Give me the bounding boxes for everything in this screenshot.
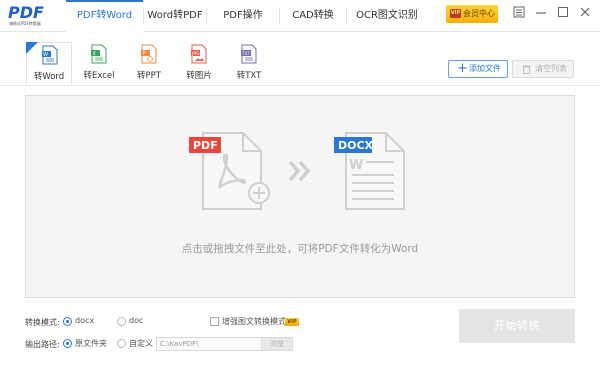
svg-text:TXT: TXT [241, 51, 251, 57]
enhance-mode-label[interactable]: 增强图文转换模式 [222, 316, 286, 327]
new-corner-tag [26, 42, 38, 54]
type-tab-label: 转Word [33, 72, 65, 82]
clear-list-label: 清空列表 [535, 64, 567, 73]
maximize-icon[interactable] [556, 5, 570, 19]
svg-text:DOCX: DOCX [338, 139, 374, 152]
tab-word-to-pdf[interactable]: Word转PDF [144, 0, 206, 32]
svg-text:W: W [43, 52, 48, 58]
tab-cad-convert[interactable]: CAD转换 [280, 0, 346, 32]
svg-text:P: P [143, 51, 146, 57]
type-tab-ppt[interactable]: P 转PPT [126, 42, 172, 84]
type-tab-label: 转PPT [137, 71, 161, 81]
svg-text:X: X [93, 51, 97, 57]
svg-text:JPG: JPG [191, 51, 200, 57]
word-doc-icon: W [42, 45, 58, 65]
plus-icon: + [457, 61, 468, 76]
output-original-radio[interactable] [63, 339, 72, 348]
type-tab-word[interactable]: W 转Word [26, 42, 72, 84]
drop-zone-hint: 点击或拖拽文件至此处，可将PDF文件转化为Word [181, 243, 419, 255]
type-tab-label: 转Excel [83, 71, 115, 81]
output-custom-radio[interactable] [117, 339, 126, 348]
txt-doc-icon: TXT [241, 44, 257, 64]
tab-pdf-to-word[interactable]: PDF转Word [66, 0, 143, 32]
vip-center-button[interactable]: VIP 会员中心 [446, 5, 498, 23]
tab-ocr[interactable]: OCR图文识别 [347, 0, 427, 32]
tab-pdf-operations[interactable]: PDF操作 [207, 0, 279, 32]
vip-center-label: 会员中心 [463, 9, 495, 18]
output-path-label: 输出路径: [25, 340, 60, 349]
docx-file-icon: DOCX W [334, 132, 405, 210]
logo-subtitle: 嗨格式PDF转换器 [9, 21, 41, 26]
menu-icon[interactable] [512, 5, 526, 19]
close-icon[interactable] [578, 5, 592, 19]
minimize-icon[interactable] [534, 5, 548, 19]
enhance-mode-checkbox[interactable] [210, 317, 219, 326]
convert-arrow-icon [288, 160, 311, 182]
pdf-file-icon: PDF [189, 132, 270, 210]
format-docx-radio[interactable] [63, 317, 72, 326]
format-doc-radio[interactable] [117, 317, 126, 326]
format-label: 转换模式: [25, 318, 60, 327]
type-tab-image[interactable]: JPG 转图片 [176, 42, 222, 84]
type-tab-txt[interactable]: TXT 转TXT [226, 42, 272, 84]
format-doc-label[interactable]: doc [129, 316, 143, 325]
output-custom-label[interactable]: 自定义 [129, 338, 153, 349]
start-convert-button[interactable]: 开始转换 [459, 309, 575, 343]
browse-button[interactable]: 浏览 [262, 337, 293, 351]
output-path-field[interactable]: C:\KavPDF\ [156, 337, 262, 351]
trash-icon [522, 65, 531, 74]
vip-mini-badge: VIP [285, 318, 299, 326]
type-tab-label: 转TXT [236, 71, 262, 81]
add-file-label: 添加文件 [469, 64, 501, 73]
image-doc-icon: JPG [191, 44, 207, 64]
file-drop-zone[interactable]: PDF DOCX W 点击或拖拽文件至此处，可将PDF文件转化为Word [25, 95, 575, 298]
clear-list-button[interactable]: 清空列表 [512, 60, 574, 78]
type-tab-label: 转图片 [186, 71, 212, 81]
svg-text:PDF: PDF [193, 139, 218, 152]
vip-badge-icon: VIP [450, 9, 461, 18]
type-tab-excel[interactable]: X 转Excel [76, 42, 122, 84]
app-logo: PDF 嗨格式PDF转换器 [8, 3, 58, 29]
svg-text:W: W [349, 158, 363, 173]
title-bar: PDF 嗨格式PDF转换器 PDF转Word Word转PDF PDF操作 CA… [0, 0, 600, 32]
ppt-doc-icon: P [141, 44, 157, 64]
logo-text: PDF [8, 3, 44, 22]
excel-doc-icon: X [91, 44, 107, 64]
format-docx-label[interactable]: docx [75, 316, 94, 325]
toolbar-divider [0, 85, 600, 86]
add-file-button[interactable]: + 添加文件 [448, 60, 508, 78]
output-original-label[interactable]: 原文件夹 [75, 338, 107, 349]
